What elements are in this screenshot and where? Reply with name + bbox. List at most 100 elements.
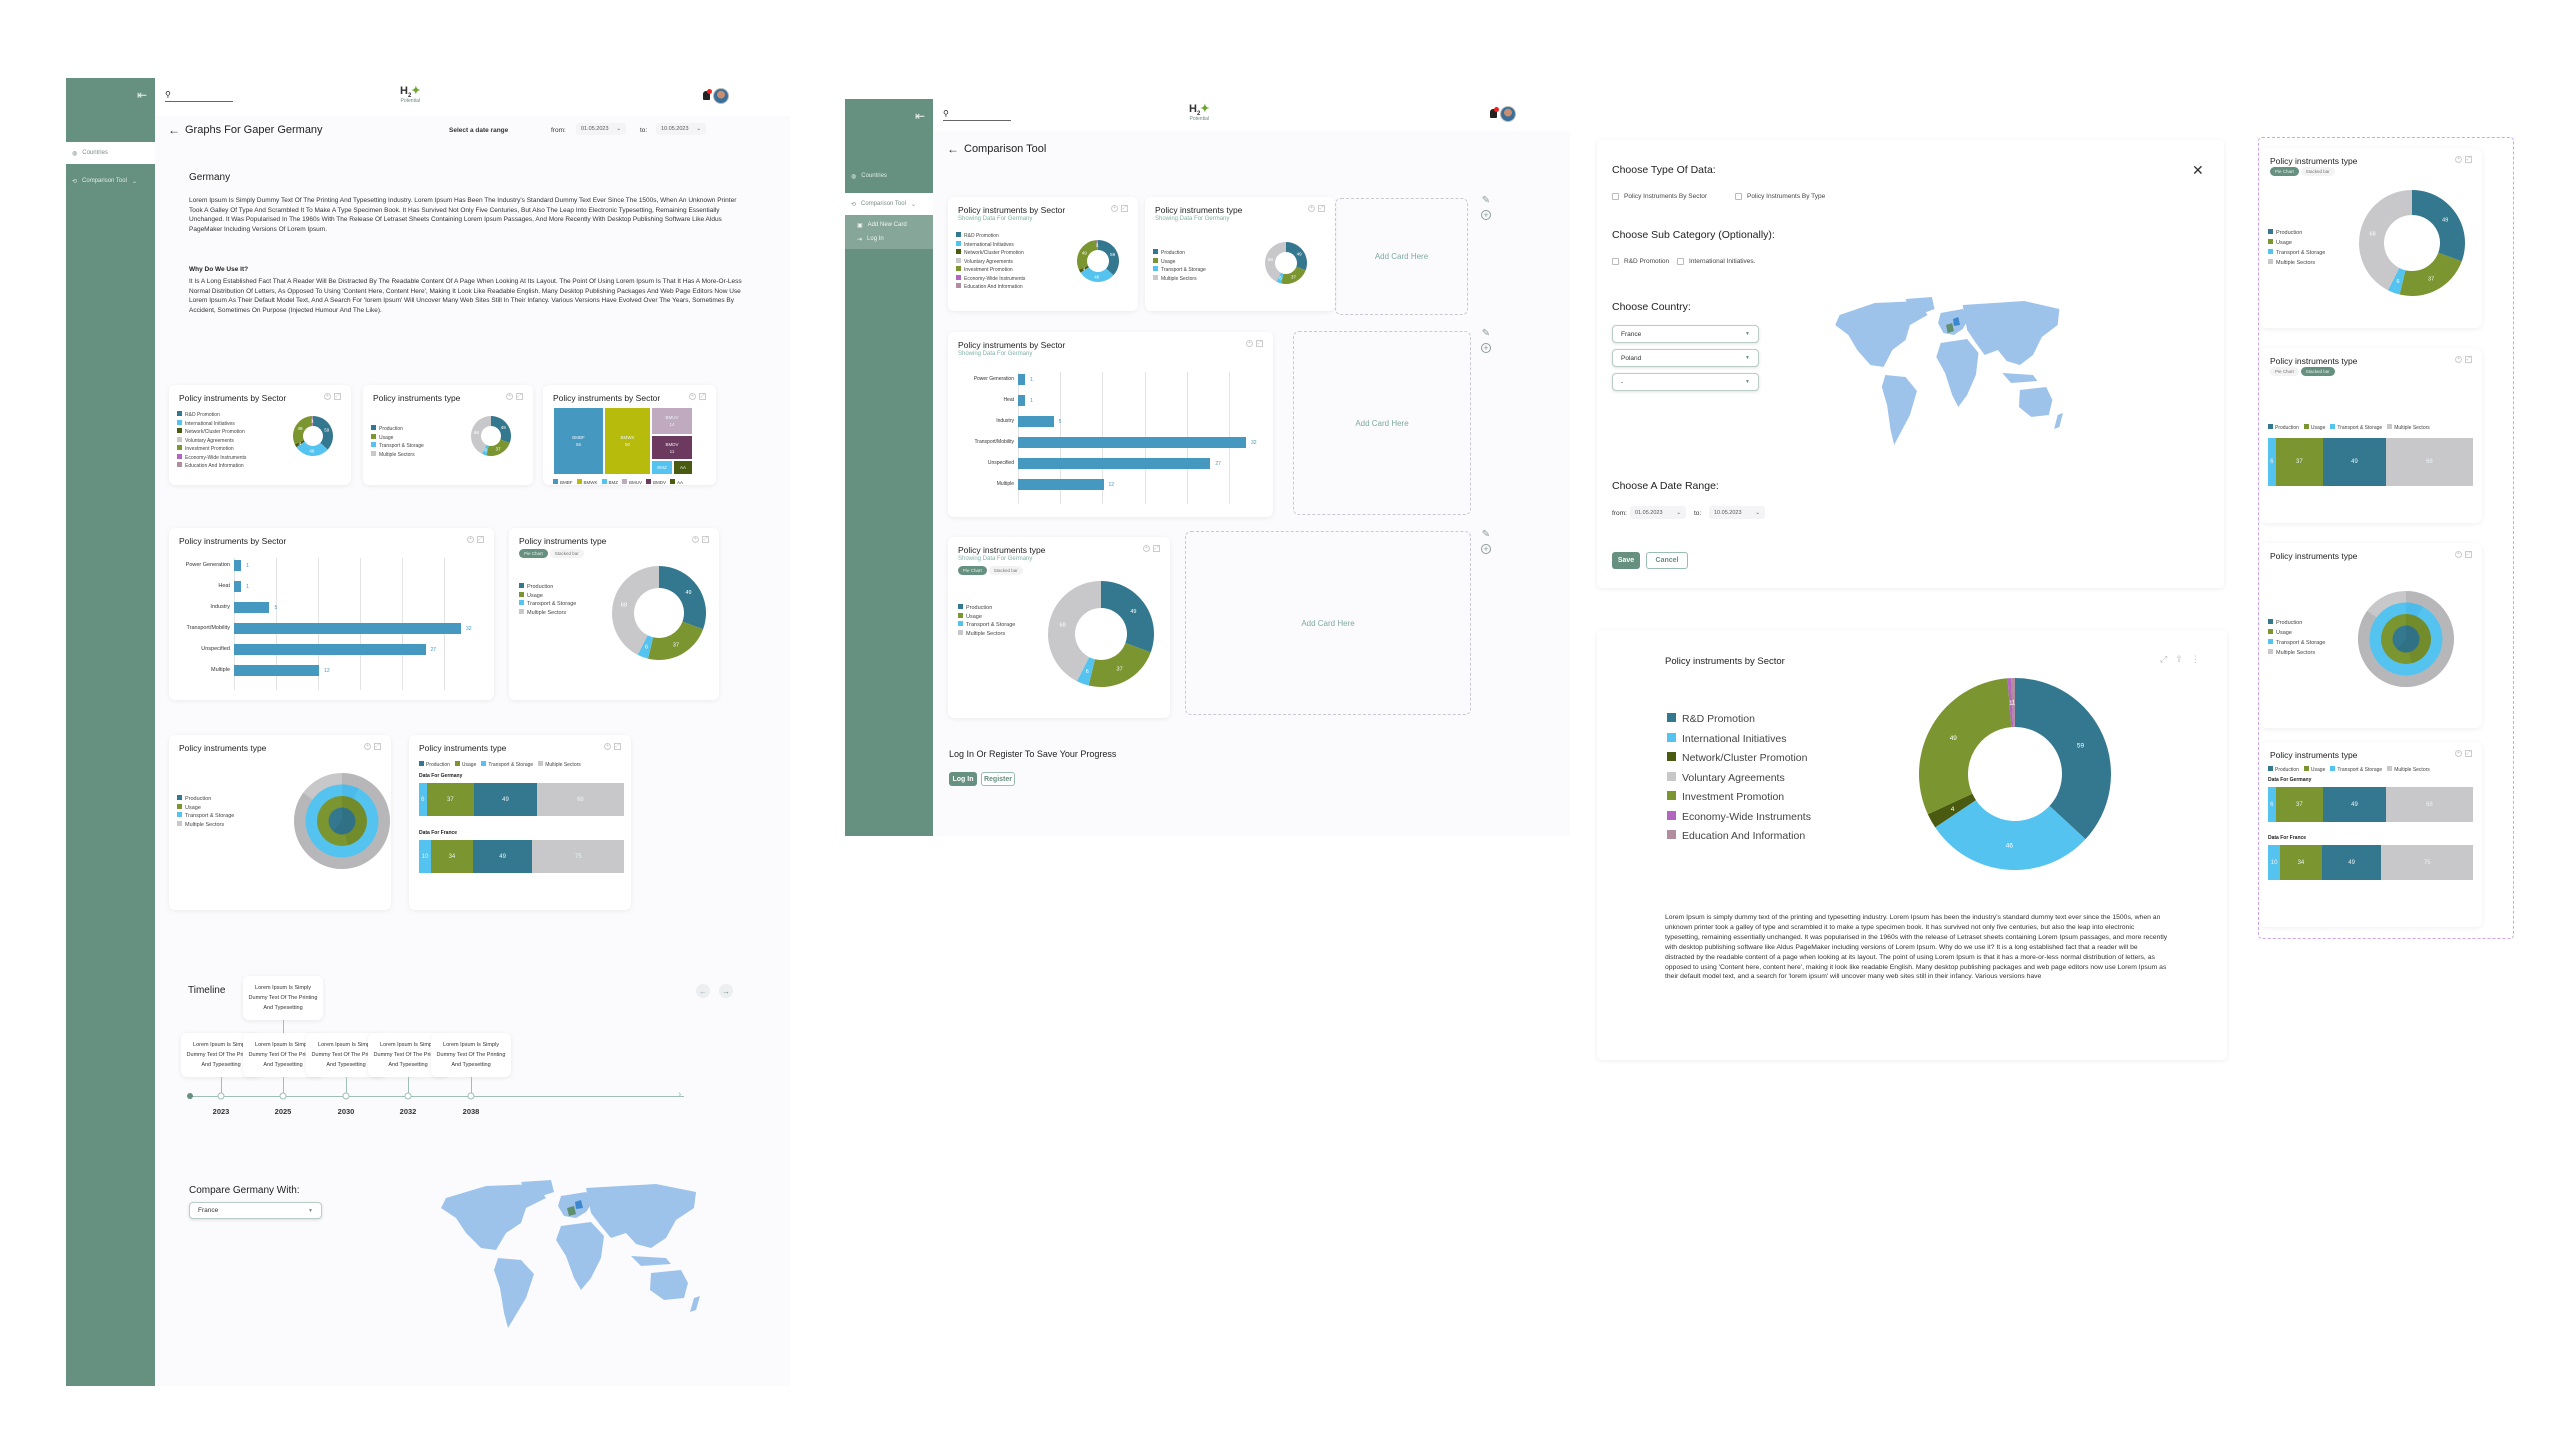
timeline-event-card[interactable]: Lorem Ipsum Is Simply Dummy Text Of The … <box>243 976 323 1020</box>
map-africa[interactable] <box>1936 339 1979 407</box>
donut-slice[interactable] <box>1101 581 1154 653</box>
bar[interactable] <box>1018 479 1104 490</box>
map-south-america[interactable] <box>494 1258 534 1328</box>
sidebar-item-comparison-tool[interactable]: ⟲ Comparison Tool ⌄ <box>66 170 155 192</box>
timeline-dot[interactable] <box>404 1092 412 1100</box>
share-icon[interactable]: ⇧ <box>2175 654 2183 665</box>
stacked-segment[interactable]: 34 <box>431 840 473 873</box>
pencil-icon[interactable]: ✎ <box>1482 195 1490 206</box>
map-africa[interactable] <box>556 1222 604 1290</box>
country-select-3[interactable]: - ▼ <box>1612 373 1759 391</box>
save-button[interactable]: Save <box>1612 552 1640 569</box>
timeline-dot[interactable] <box>342 1092 350 1100</box>
add-card-slot[interactable]: Add Card Here <box>1335 198 1468 315</box>
pie-chart-toggle[interactable]: Pie Chart <box>2270 167 2299 176</box>
checkbox-rd-promotion[interactable]: R&D Promotion <box>1612 258 1669 265</box>
bar[interactable] <box>234 581 242 592</box>
compare-country-select[interactable]: France ▼ <box>189 1202 322 1219</box>
stacked-segment[interactable]: 49 <box>2321 845 2382 880</box>
zoom-in-icon[interactable]: + <box>1143 545 1150 552</box>
stacked-segment[interactable]: 37 <box>2275 787 2324 822</box>
country-select-1[interactable]: France ▼ <box>1612 325 1759 343</box>
stacked-segment[interactable]: 10 <box>2268 845 2281 880</box>
timeline-next-button[interactable]: → <box>719 984 733 998</box>
checkbox-policy-by-sector[interactable]: Policy Instruments By Sector <box>1612 193 1707 200</box>
timeline-dot[interactable] <box>279 1092 287 1100</box>
donut-slice[interactable] <box>1077 240 1098 270</box>
map-indonesia[interactable] <box>2002 373 2038 383</box>
plus-circle-icon[interactable]: + <box>1481 544 1491 554</box>
sidebar-item-comparison-tool[interactable]: ⟲ Comparison Tool ⌄ <box>845 193 933 215</box>
zoom-in-icon[interactable]: + <box>1111 205 1118 212</box>
sidebar-subitem-add-new-card[interactable]: ▣ Add New Card <box>845 218 933 232</box>
zoom-in-icon[interactable]: + <box>2455 551 2462 558</box>
donut-slice[interactable] <box>648 621 704 660</box>
stacked-segment[interactable]: 68 <box>2385 787 2473 822</box>
timeline-dot[interactable] <box>217 1092 225 1100</box>
stacked-segment[interactable]: 37 <box>2275 438 2324 486</box>
stacked-bar-toggle[interactable]: Stacked bar <box>2300 167 2335 176</box>
zoom-in-icon[interactable]: + <box>1246 340 1253 347</box>
bar[interactable] <box>234 623 461 634</box>
stacked-segment[interactable]: 10 <box>419 840 432 873</box>
search-input[interactable]: ⚲ <box>943 107 1011 121</box>
treemap-cell[interactable]: BMDV 11 <box>651 435 693 460</box>
stacked-bar-toggle[interactable]: Stacked bar <box>2300 367 2335 376</box>
sidebar-item-countries[interactable]: ◍ Countries <box>845 165 933 187</box>
donut-slice[interactable] <box>2399 252 2462 296</box>
timeline-event-card[interactable]: Lorem Ipsum Is Simply Dummy Text Of The … <box>431 1033 511 1077</box>
stacked-segment[interactable]: 49 <box>2323 438 2386 486</box>
treemap-cell[interactable]: AA <box>673 460 693 475</box>
map-new-zealand[interactable] <box>2054 413 2063 429</box>
expand-icon[interactable]: ⤢ <box>374 743 381 750</box>
stacked-segment[interactable]: 6 <box>2268 787 2276 822</box>
collapse-sidebar-icon[interactable]: ⇤ <box>915 109 925 123</box>
donut-slice[interactable] <box>293 416 313 445</box>
from-date-select[interactable]: 01.05.2023 ⌄ <box>1630 506 1686 519</box>
expand-icon[interactable]: ⤢ <box>1153 545 1160 552</box>
donut-slice[interactable] <box>1098 240 1119 276</box>
donut-slice[interactable] <box>659 566 706 630</box>
stacked-segment[interactable]: 37 <box>426 783 475 816</box>
stacked-segment[interactable]: 49 <box>474 783 537 816</box>
map-indonesia[interactable] <box>631 1256 671 1266</box>
add-card-slot[interactable]: Add Card Here <box>1185 531 1471 715</box>
expand-icon[interactable]: ⤢ <box>614 743 621 750</box>
donut-slice[interactable] <box>313 416 333 450</box>
treemap-cell[interactable]: BMZ <box>651 460 673 475</box>
expand-icon[interactable]: ⤢ <box>516 393 523 400</box>
bell-icon[interactable] <box>703 89 712 100</box>
world-map[interactable] <box>426 1178 716 1338</box>
bar[interactable] <box>234 602 270 613</box>
pencil-icon[interactable]: ✎ <box>1482 328 1490 339</box>
plus-circle-icon[interactable]: + <box>1481 343 1491 353</box>
cancel-button[interactable]: Cancel <box>1646 552 1688 569</box>
checkbox-international-initiatives[interactable]: International Initiatives. <box>1677 258 1755 265</box>
stacked-segment[interactable]: 68 <box>536 783 624 816</box>
timeline-prev-button[interactable]: ← <box>696 984 710 998</box>
arrow-left-icon[interactable]: ← <box>168 123 180 137</box>
plus-circle-icon[interactable]: + <box>1481 210 1491 220</box>
from-date-select[interactable]: 01.05.2023 ⌄ <box>576 123 626 135</box>
zoom-in-icon[interactable]: + <box>604 743 611 750</box>
map-new-zealand[interactable] <box>690 1296 700 1312</box>
expand-icon[interactable]: ⤢ <box>1256 340 1263 347</box>
stacked-segment[interactable]: 6 <box>2268 438 2276 486</box>
zoom-in-icon[interactable]: + <box>2455 356 2462 363</box>
zoom-in-icon[interactable]: + <box>692 536 699 543</box>
zoom-in-icon[interactable]: + <box>2455 156 2462 163</box>
bar[interactable] <box>1018 416 1054 427</box>
avatar[interactable] <box>713 88 729 104</box>
country-select-2[interactable]: Poland ▼ <box>1612 349 1759 367</box>
stacked-bar-toggle[interactable]: Stacked bar <box>988 566 1023 575</box>
bell-icon[interactable] <box>1490 107 1499 118</box>
map-australia[interactable] <box>2018 387 2053 417</box>
expand-icon[interactable]: ⤢ <box>702 536 709 543</box>
add-card-slot[interactable]: Add Card Here <box>1293 331 1471 515</box>
bar[interactable] <box>1018 458 1211 469</box>
stacked-bar-toggle[interactable]: Stacked bar <box>549 549 584 558</box>
map-australia[interactable] <box>650 1270 688 1300</box>
stacked-segment[interactable]: 49 <box>2323 787 2386 822</box>
expand-icon[interactable]: ⤢ <box>2465 750 2472 757</box>
zoom-in-icon[interactable]: + <box>2455 750 2462 757</box>
